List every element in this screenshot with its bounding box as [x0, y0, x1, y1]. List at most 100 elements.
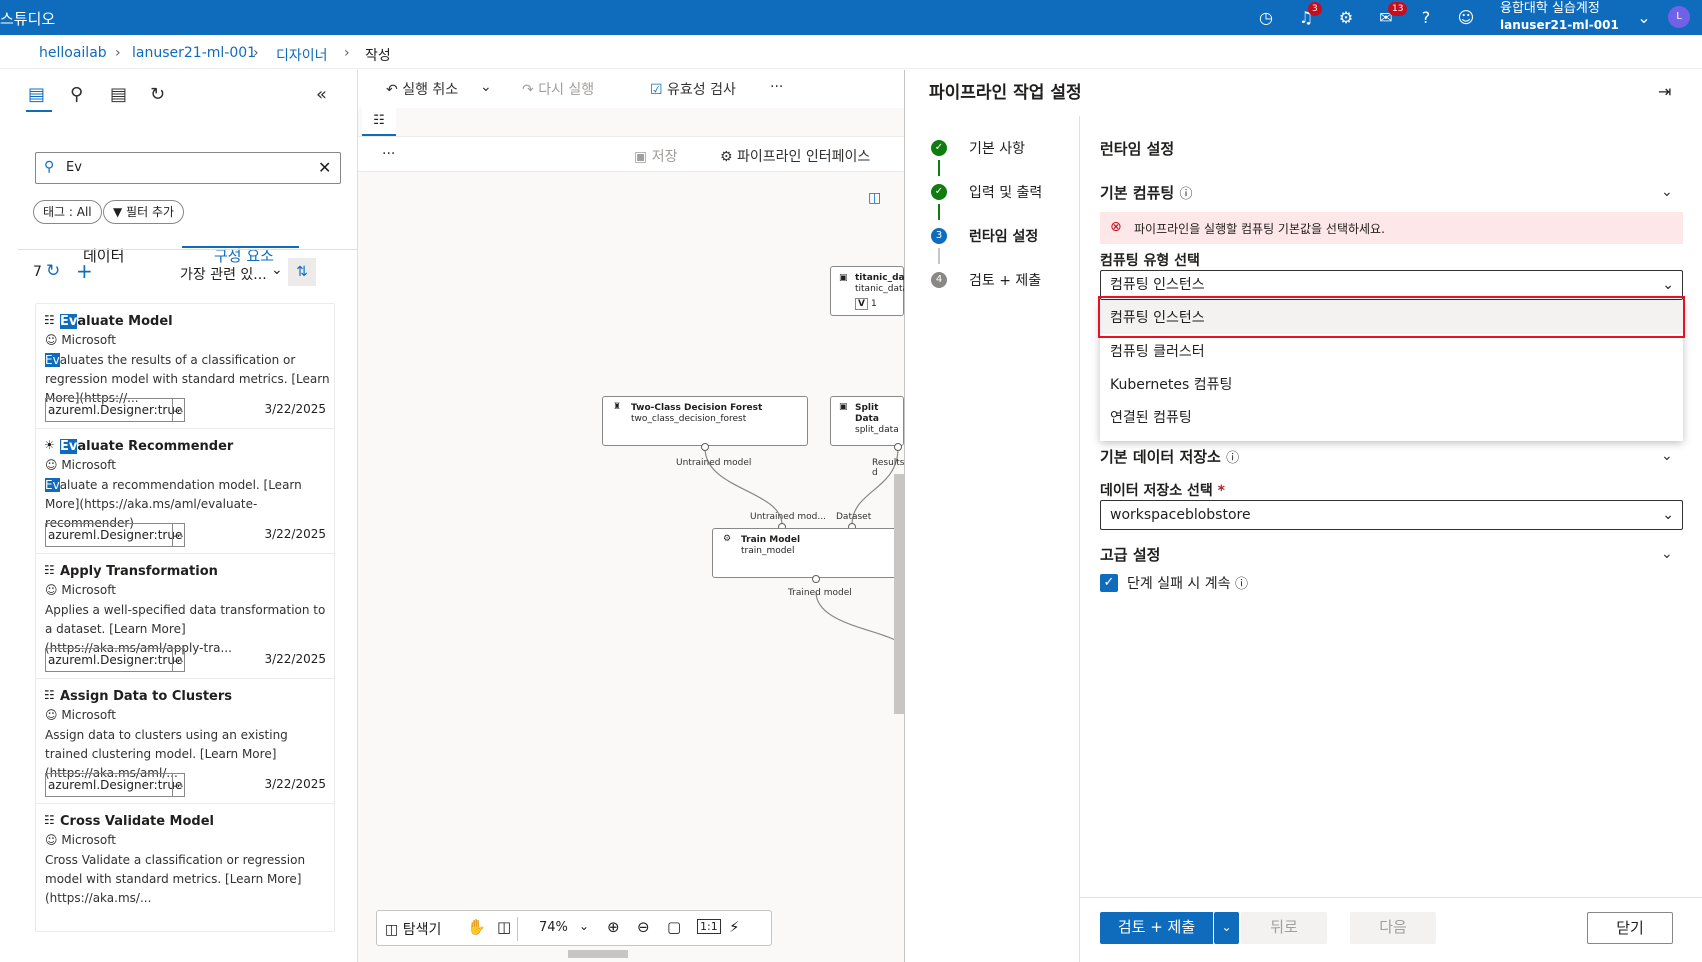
- component-card[interactable]: ☷ Evaluate Model ☺ Microsoft Evaluates the …: [35, 303, 335, 432]
- model-icon: ♜: [613, 402, 622, 412]
- refresh-icon[interactable]: ↻: [150, 84, 165, 105]
- info-icon[interactable]: ⓘ: [1179, 187, 1192, 202]
- chevron-down-icon[interactable]: ⌄: [271, 262, 283, 278]
- feedback-icon[interactable]: ✉ 13: [1376, 2, 1408, 28]
- details-icon[interactable]: ▤: [110, 84, 127, 105]
- search-icon[interactable]: ⚲: [70, 84, 83, 105]
- option-attached-compute[interactable]: 연결된 컴퓨팅: [1110, 407, 1192, 427]
- footer-divider: [1080, 897, 1702, 898]
- smiley-icon[interactable]: ☺: [1456, 8, 1476, 28]
- search-input[interactable]: ⚲ Ev ✕: [35, 152, 341, 184]
- select-icon[interactable]: ◫: [497, 918, 511, 936]
- option-kubernetes-compute[interactable]: Kubernetes 컴퓨팅: [1110, 374, 1232, 394]
- component-card[interactable]: ☷ Apply Transformation ☺ Microsoft Applies …: [35, 553, 335, 682]
- component-card[interactable]: ☷ Cross Validate Model ☺ Microsoft Cross Va…: [35, 803, 335, 932]
- port-untrained-model[interactable]: [701, 443, 709, 451]
- node-titanic-data[interactable]: ▣ titanic_data titanic_data V1: [830, 266, 915, 316]
- port-trained-model[interactable]: [812, 575, 820, 583]
- node-title: Train Model: [741, 535, 801, 545]
- component-icon: ☷: [44, 813, 55, 827]
- canvas-vertical-scrollbar[interactable]: [894, 474, 904, 714]
- collapse-panel-icon[interactable]: «: [316, 84, 327, 105]
- more-tags-button[interactable]: ...: [172, 523, 185, 547]
- more-tags-button[interactable]: ...: [172, 648, 185, 672]
- port-results[interactable]: [894, 443, 902, 451]
- component-tag[interactable]: azureml.Designer:true: [45, 398, 186, 422]
- next-button[interactable]: 다음: [1350, 912, 1436, 944]
- port-label: Trained model: [788, 588, 852, 598]
- navigator-toggle[interactable]: ◫ 탐색기: [385, 919, 441, 939]
- submit-split-chevron-icon[interactable]: ⌄: [1214, 912, 1239, 944]
- continue-on-failure-checkbox[interactable]: ✓: [1100, 574, 1118, 592]
- user-account-menu[interactable]: 융합대학 실습계정 lanuser21-ml-001: [1500, 0, 1650, 35]
- component-date: 3/22/2025: [264, 402, 326, 416]
- component-tag[interactable]: azureml.Designer:true: [45, 773, 186, 797]
- clock-icon[interactable]: ◷: [1256, 8, 1276, 28]
- toolbar-divider: [517, 917, 518, 941]
- step-label: 검토 + 제출: [969, 273, 1042, 289]
- component-card[interactable]: ☷ Assign Data to Clusters ☺ Microsoft Assig…: [35, 678, 335, 807]
- dock-panel-icon[interactable]: ⇥: [1658, 82, 1671, 101]
- component-title: Evaluate Model: [60, 314, 173, 329]
- back-button[interactable]: 뒤로: [1241, 912, 1327, 944]
- node-train-model[interactable]: ⚙ Train Model train_model: [712, 528, 898, 578]
- refresh-icon[interactable]: ↻: [46, 261, 60, 281]
- add-icon[interactable]: +: [76, 259, 93, 283]
- breadcrumb-workspace[interactable]: lanuser21-ml-001: [132, 45, 256, 61]
- component-tag[interactable]: azureml.Designer:true: [45, 648, 186, 672]
- sort-dropdown[interactable]: 가장 관련 있...: [180, 264, 267, 284]
- sort-order-button[interactable]: ⇅: [288, 258, 316, 286]
- component-title: Cross Validate Model: [60, 814, 214, 829]
- more-tags-button[interactable]: ...: [172, 773, 185, 797]
- zoom-out-icon[interactable]: ⊖: [637, 918, 650, 936]
- add-filter-pill[interactable]: ▼ 필터 추가: [103, 200, 185, 224]
- component-title-text: Cross Validate Model: [60, 814, 215, 829]
- publisher-name: Microsoft: [61, 458, 116, 472]
- chevron-down-icon[interactable]: ⌄: [579, 919, 589, 933]
- checkmark-icon: ✓: [931, 140, 947, 156]
- help-icon[interactable]: ?: [1416, 8, 1436, 28]
- publisher-name: Microsoft: [61, 833, 116, 847]
- designer-canvas[interactable]: ↶ 실행 취소 ⌄ ↷ 다시 실행 ☑ 유효성 검사 ··· ☷ ··· ▣ 저…: [358, 70, 915, 962]
- gear-icon[interactable]: ⚙: [1336, 8, 1356, 28]
- error-text: 파이프라인을 실행할 컴퓨팅 기본값을 선택하세요.: [1134, 222, 1385, 236]
- node-split-data[interactable]: ▣ Split Data split_data: [830, 396, 904, 446]
- clear-search-icon[interactable]: ✕: [318, 158, 331, 177]
- bell-icon[interactable]: ♫ 3: [1296, 2, 1322, 28]
- close-button[interactable]: 닫기: [1587, 912, 1673, 944]
- collapse-chevron-icon[interactable]: ⌄: [1661, 448, 1673, 464]
- avatar[interactable]: L: [1668, 6, 1690, 28]
- breadcrumb-workspace-group[interactable]: helloailab: [39, 45, 107, 61]
- hand-pan-icon[interactable]: ✋: [467, 918, 486, 936]
- option-compute-cluster[interactable]: 컴퓨팅 클러스터: [1110, 341, 1205, 361]
- search-highlight: Ev: [45, 478, 60, 492]
- step-label: 입력 및 출력: [969, 185, 1043, 201]
- node-subtitle: split_data: [855, 425, 899, 435]
- datastore-dropdown[interactable]: workspaceblobstore ⌄: [1100, 500, 1683, 530]
- step-label: 런타임 설정: [969, 229, 1039, 245]
- library-icon[interactable]: ▤: [28, 84, 45, 105]
- review-submit-button[interactable]: 검토 + 제출: [1100, 912, 1213, 944]
- canvas-horizontal-scrollbar[interactable]: [568, 950, 628, 958]
- fit-to-screen-icon[interactable]: ▢: [667, 918, 681, 936]
- actual-size-icon[interactable]: 1:1: [697, 919, 721, 934]
- info-icon[interactable]: ⓘ: [1235, 577, 1248, 592]
- component-card[interactable]: ☀ Evaluate Recommender ☺ Microsoft Evaluate…: [35, 428, 335, 557]
- breadcrumb-designer[interactable]: 디자이너: [276, 45, 328, 65]
- more-tags-button[interactable]: ...: [172, 398, 185, 422]
- tag-filter-pill[interactable]: 태그 : All: [33, 200, 102, 224]
- zoom-in-icon[interactable]: ⊕: [607, 918, 620, 936]
- auto-layout-icon[interactable]: ⚡: [729, 918, 740, 936]
- version-number: 1: [870, 299, 877, 309]
- default-compute-heading: 기본 컴퓨팅 ⓘ: [1100, 182, 1192, 203]
- info-icon[interactable]: ⓘ: [1226, 451, 1239, 466]
- chevron-down-icon: ⌄: [1662, 507, 1674, 523]
- collapse-chevron-icon[interactable]: ⌄: [1661, 546, 1673, 562]
- zoom-level[interactable]: 74%: [539, 920, 568, 935]
- chevron-down-icon[interactable]: ⌄: [1634, 8, 1654, 28]
- node-subtitle: two_class_decision_forest: [631, 414, 747, 424]
- node-two-class-decision-forest[interactable]: ♜ Two-Class Decision Forest two_class_de…: [602, 396, 808, 446]
- component-tag[interactable]: azureml.Designer:true: [45, 523, 186, 547]
- node-title: Split Data: [855, 403, 879, 424]
- collapse-chevron-icon[interactable]: ⌄: [1661, 184, 1673, 200]
